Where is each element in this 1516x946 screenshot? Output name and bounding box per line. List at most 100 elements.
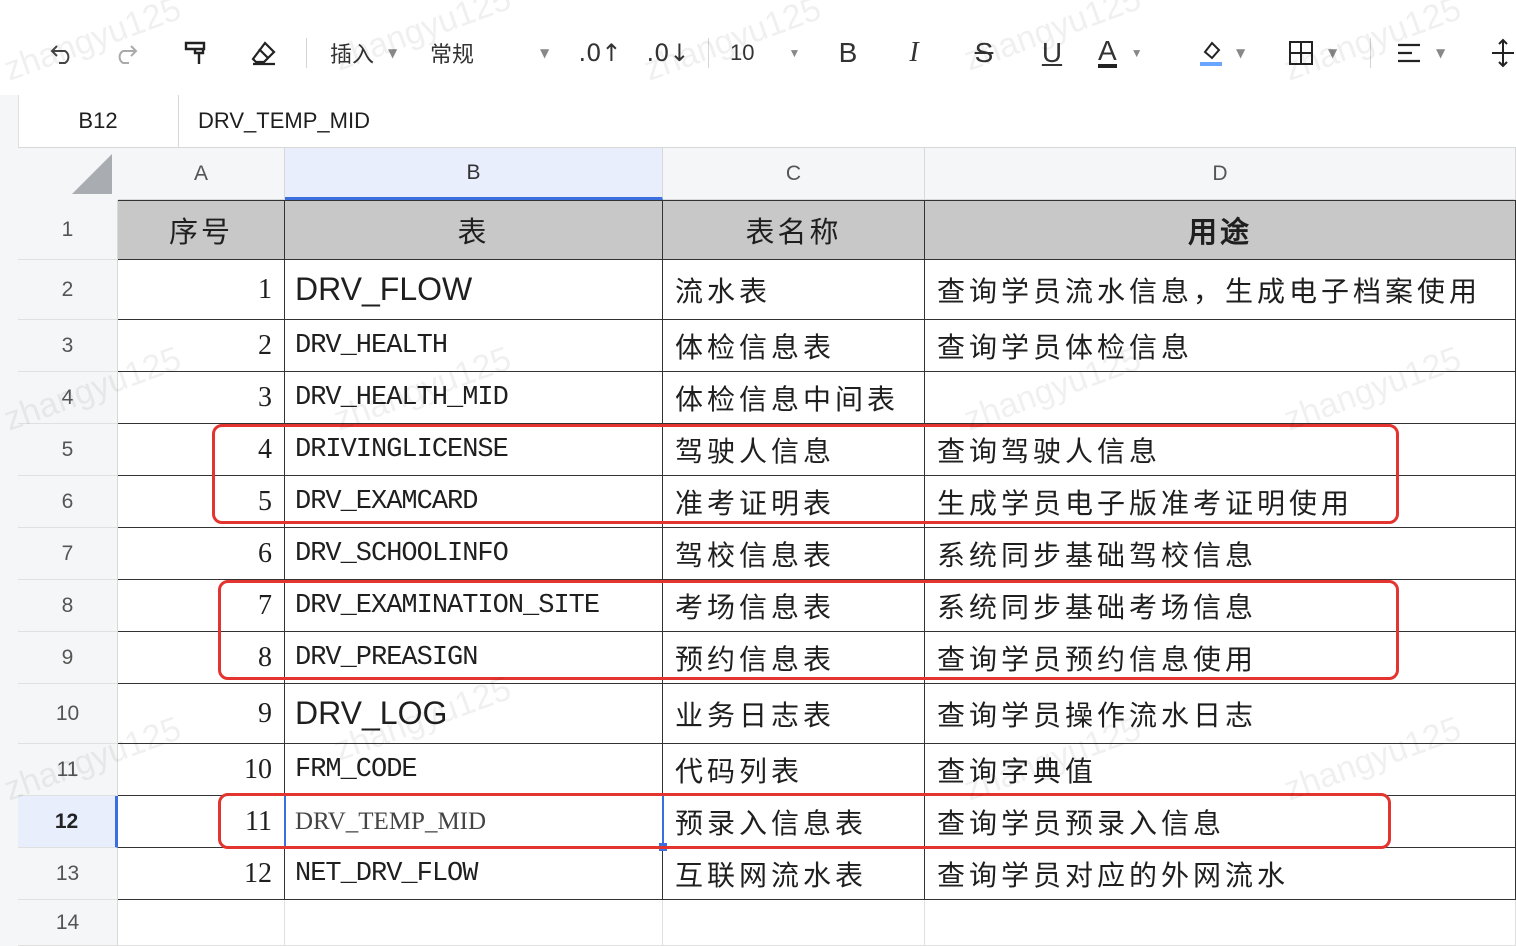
undo-button[interactable]	[40, 30, 84, 76]
vertical-align-button[interactable]	[1490, 30, 1516, 76]
table-cell-name[interactable]: 预录入信息表	[663, 796, 925, 848]
row-header-12[interactable]: 12	[18, 796, 118, 848]
empty-cell[interactable]	[285, 900, 663, 946]
table-cell-usage[interactable]: 系统同步基础驾校信息	[925, 528, 1516, 580]
table-cell-table[interactable]: DRV_EXAMCARD	[285, 476, 663, 528]
table-cell-table[interactable]: DRV_TEMP_MID	[285, 796, 663, 848]
row-header-2[interactable]: 2	[18, 260, 118, 320]
table-cell-seq[interactable]: 9	[118, 684, 285, 744]
table-cell-table[interactable]: DRV_FLOW	[285, 260, 663, 320]
table-cell-seq[interactable]: 11	[118, 796, 285, 848]
table-cell-usage[interactable]: 查询学员预录入信息	[925, 796, 1516, 848]
column-header-b[interactable]: B	[285, 148, 663, 200]
table-cell-name[interactable]: 互联网流水表	[663, 848, 925, 900]
table-cell-seq[interactable]: 6	[118, 528, 285, 580]
table-cell-table[interactable]: DRV_PREASIGN	[285, 632, 663, 684]
table-cell-table[interactable]: DRV_LOG	[285, 684, 663, 744]
table-cell-table[interactable]: DRV_HEALTH	[285, 320, 663, 372]
font-size-select[interactable]: 10 ▼	[730, 30, 810, 76]
row-header-14[interactable]: 14	[18, 900, 118, 946]
font-color-label: A	[1098, 35, 1117, 68]
select-all-corner[interactable]	[18, 148, 119, 201]
table-cell-table[interactable]: DRV_EXAMINATION_SITE	[285, 580, 663, 632]
table-cell-usage[interactable]: 查询学员流水信息，生成电子档案使用	[925, 260, 1516, 320]
table-cell-usage[interactable]: 查询字典值	[925, 744, 1516, 796]
table-cell-usage[interactable]: 查询学员对应的外网流水	[925, 848, 1516, 900]
table-cell-usage[interactable]	[925, 372, 1516, 424]
increase-decimal-label: .0↑	[578, 39, 622, 67]
border-button[interactable]: ▼	[1288, 30, 1358, 76]
table-cell-seq[interactable]: 4	[118, 424, 285, 476]
table-cell-seq[interactable]: 1	[118, 260, 285, 320]
increase-decimal-button[interactable]: .0↑	[578, 30, 622, 76]
table-cell-usage[interactable]: 生成学员电子版准考证明使用	[925, 476, 1516, 528]
table-cell-table[interactable]: DRIVINGLICENSE	[285, 424, 663, 476]
header-cell-usage[interactable]: 用途	[925, 200, 1516, 260]
table-cell-seq[interactable]: 3	[118, 372, 285, 424]
table-cell-seq[interactable]: 2	[118, 320, 285, 372]
fill-handle[interactable]	[659, 843, 667, 851]
table-cell-name[interactable]: 体检信息中间表	[663, 372, 925, 424]
row-header-11[interactable]: 11	[18, 744, 118, 796]
table-cell-seq[interactable]: 8	[118, 632, 285, 684]
table-cell-table[interactable]: FRM_CODE	[285, 744, 663, 796]
table-cell-name[interactable]: 考场信息表	[663, 580, 925, 632]
clear-format-button[interactable]	[242, 30, 286, 76]
row-header-1[interactable]: 1	[18, 200, 118, 260]
table-cell-name[interactable]: 驾校信息表	[663, 528, 925, 580]
table-cell-usage[interactable]: 系统同步基础考场信息	[925, 580, 1516, 632]
row-header-3[interactable]: 3	[18, 320, 118, 372]
table-cell-seq[interactable]: 7	[118, 580, 285, 632]
bold-button[interactable]: B	[826, 30, 870, 76]
font-color-button[interactable]: A ▼	[1098, 30, 1170, 76]
cell-reference-box[interactable]: B12	[18, 95, 179, 147]
row-header-8[interactable]: 8	[18, 580, 118, 632]
format-painter-icon	[184, 41, 206, 64]
table-cell-name[interactable]: 体检信息表	[663, 320, 925, 372]
row-header-7[interactable]: 7	[18, 528, 118, 580]
table-cell-name[interactable]: 准考证明表	[663, 476, 925, 528]
underline-button[interactable]: U	[1030, 30, 1074, 76]
header-cell-table[interactable]: 表	[285, 200, 663, 260]
table-cell-usage[interactable]: 查询学员体检信息	[925, 320, 1516, 372]
format-painter-button[interactable]	[174, 30, 218, 76]
fill-color-button[interactable]: ▼	[1196, 30, 1258, 76]
row-header-5[interactable]: 5	[18, 424, 118, 476]
table-cell-table[interactable]: NET_DRV_FLOW	[285, 848, 663, 900]
row-header-4[interactable]: 4	[18, 372, 118, 424]
chevron-down-icon: ▼	[1436, 46, 1446, 60]
empty-cell[interactable]	[925, 900, 1516, 946]
row-header-6[interactable]: 6	[18, 476, 118, 528]
table-cell-table[interactable]: DRV_SCHOOLINFO	[285, 528, 663, 580]
strikethrough-button[interactable]: S	[962, 30, 1006, 76]
column-header-d[interactable]: D	[925, 148, 1516, 200]
empty-cell[interactable]	[118, 900, 285, 946]
column-header-c[interactable]: C	[663, 148, 925, 200]
number-format-select[interactable]: 常规 ▼	[430, 30, 556, 76]
row-header-13[interactable]: 13	[18, 848, 118, 900]
column-header-a[interactable]: A	[118, 148, 285, 200]
formula-input[interactable]: DRV_TEMP_MID	[198, 95, 370, 147]
decrease-decimal-button[interactable]: .0↓	[646, 30, 690, 76]
header-cell-seq[interactable]: 序号	[118, 200, 285, 260]
table-cell-name[interactable]: 驾驶人信息	[663, 424, 925, 476]
insert-menu[interactable]: 插入 ▼	[330, 30, 410, 76]
empty-cell[interactable]	[663, 900, 925, 946]
table-cell-seq[interactable]: 12	[118, 848, 285, 900]
row-header-9[interactable]: 9	[18, 632, 118, 684]
table-cell-name[interactable]: 代码列表	[663, 744, 925, 796]
header-cell-table-name[interactable]: 表名称	[663, 200, 925, 260]
italic-button[interactable]: I	[892, 30, 936, 76]
table-cell-usage[interactable]: 查询学员预约信息使用	[925, 632, 1516, 684]
table-cell-usage[interactable]: 查询驾驶人信息	[925, 424, 1516, 476]
table-cell-name[interactable]: 业务日志表	[663, 684, 925, 744]
table-cell-name[interactable]: 预约信息表	[663, 632, 925, 684]
align-button[interactable]: ▼	[1396, 30, 1466, 76]
row-header-10[interactable]: 10	[18, 684, 118, 744]
redo-button[interactable]	[104, 30, 148, 76]
table-cell-name[interactable]: 流水表	[663, 260, 925, 320]
table-cell-seq[interactable]: 5	[118, 476, 285, 528]
table-cell-table[interactable]: DRV_HEALTH_MID	[285, 372, 663, 424]
table-cell-seq[interactable]: 10	[118, 744, 285, 796]
table-cell-usage[interactable]: 查询学员操作流水日志	[925, 684, 1516, 744]
